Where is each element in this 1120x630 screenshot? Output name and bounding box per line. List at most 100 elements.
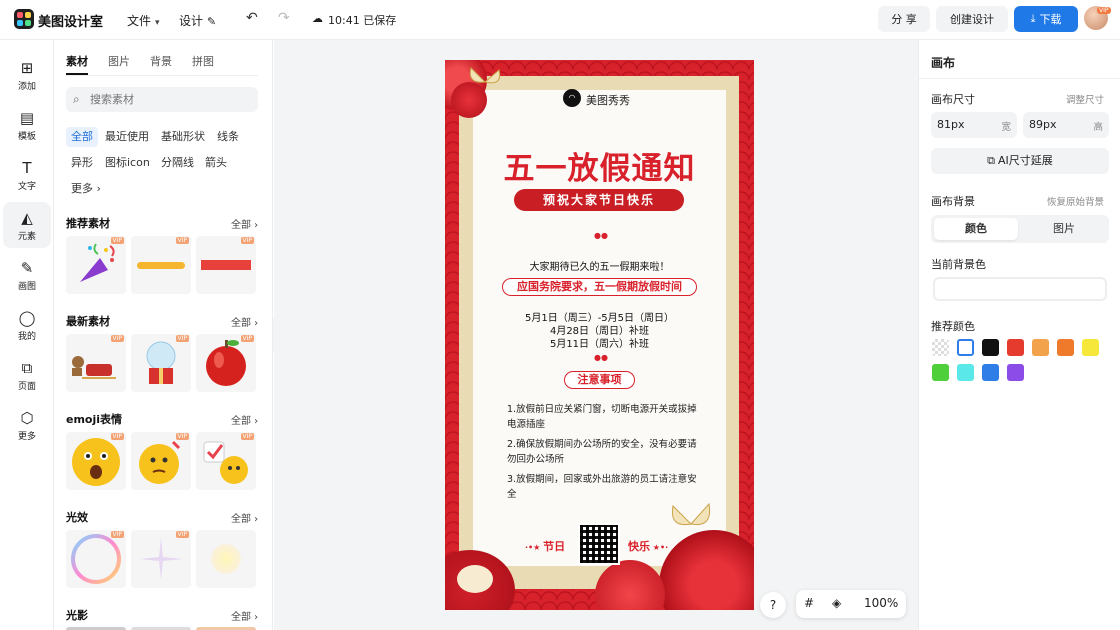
width-field[interactable]: 81px 宽 <box>931 112 1017 138</box>
qr-code <box>578 523 620 565</box>
search-input[interactable] <box>90 91 250 108</box>
swatch-transparent[interactable] <box>932 339 949 356</box>
vip-badge: VIP <box>110 433 124 440</box>
butterfly-icon <box>671 502 711 526</box>
properties-panel: 画布 画布尺寸 调整尺寸 81px 宽 89px 高 ⧉ AI尺寸延展 画布背景 … <box>918 40 1120 630</box>
tab-backgrounds[interactable]: 背景 <box>150 53 172 69</box>
chip-more[interactable]: 更多 › <box>66 179 106 199</box>
bubble-icon <box>71 534 121 584</box>
app-logo[interactable] <box>14 9 34 29</box>
reset-bg-link[interactable]: 恢复原始背景 <box>1047 194 1104 208</box>
chip-icons[interactable]: 图标icon <box>100 153 155 173</box>
rail-item-mine[interactable]: ◯ 我的 <box>3 302 51 348</box>
poster-notice: 1.放假前日应关紧门窗，切断电源开关或拔掉电源插座 <box>507 404 697 430</box>
asset-thumb-brush-stroke[interactable]: VIP <box>131 236 191 294</box>
grid-icon[interactable]: # <box>804 596 814 610</box>
section-all-link[interactable]: 全部 › <box>231 412 258 427</box>
swatch-black[interactable] <box>982 339 999 356</box>
current-bg-color-field[interactable] <box>933 277 1107 301</box>
rail-label: 页面 <box>17 382 36 392</box>
rail-item-more[interactable]: ⬡ 更多 <box>3 402 51 448</box>
search-box[interactable]: ⌕ <box>66 87 258 112</box>
chevron-down-icon: ▾ <box>155 18 160 28</box>
rail-label: 我的 <box>17 332 36 342</box>
vip-badge: VIP <box>175 335 189 342</box>
swatch-yellow[interactable] <box>1082 339 1099 356</box>
asset-thumb-bubble[interactable]: VIP <box>66 530 126 588</box>
asset-thumb-sleigh[interactable]: VIP <box>66 334 126 392</box>
section-all-link[interactable]: 全部 › <box>231 314 258 329</box>
asset-thumb-party-popper[interactable]: VIP <box>66 236 126 294</box>
section-all-label: 全部 <box>231 514 251 525</box>
redo-icon[interactable]: ↷ <box>278 10 290 26</box>
recommend-color-label: 推荐颜色 <box>931 320 975 333</box>
rail-label: 更多 <box>17 432 36 442</box>
rail-item-add[interactable]: ⊞ 添加 <box>3 52 51 98</box>
section-all-label: 全部 <box>231 416 251 427</box>
sparkle-icon <box>139 538 183 580</box>
share-button[interactable]: 分 享 <box>878 6 930 32</box>
help-button[interactable]: ? <box>760 592 786 618</box>
asset-thumb-emoji-thinking[interactable]: VIP <box>131 432 191 490</box>
asset-thumb-emoji-checkbox[interactable]: VIP <box>196 432 256 490</box>
segment-color[interactable]: 颜色 <box>934 218 1018 240</box>
chip-recent[interactable]: 最近使用 <box>100 127 154 147</box>
panel-title: 画布 <box>931 56 956 70</box>
vip-badge: VIP <box>110 237 124 244</box>
layers-icon[interactable]: ◈ <box>832 596 841 610</box>
section-all-link[interactable]: 全部 › <box>231 216 258 231</box>
download-button[interactable]: ⤓ 下载 <box>1014 6 1078 32</box>
chip-dividers[interactable]: 分隔线 <box>156 153 199 173</box>
chip-lines[interactable]: 线条 <box>212 127 244 147</box>
chip-all[interactable]: 全部 <box>66 127 98 147</box>
asset-thumb-red-bar[interactable]: VIP <box>196 236 256 294</box>
height-field[interactable]: 89px 高 <box>1023 112 1109 138</box>
ai-extend-button[interactable]: ⧉ AI尺寸延展 <box>931 148 1109 174</box>
asset-thumb-sparkle[interactable]: VIP <box>131 530 191 588</box>
swatch-red[interactable] <box>1007 339 1024 356</box>
swatch-white[interactable] <box>957 339 974 356</box>
canvas-stage[interactable]: ◠ 美图秀秀 五一放假通知 预祝大家节日快乐 ●● 大家期待已久的五一假期来啦！… <box>274 40 918 630</box>
poster-canvas[interactable]: ◠ 美图秀秀 五一放假通知 预祝大家节日快乐 ●● 大家期待已久的五一假期来啦！… <box>445 60 754 610</box>
tab-images[interactable]: 图片 <box>108 53 130 69</box>
section-all-link[interactable]: 全部 › <box>231 608 258 623</box>
asset-thumb-emoji-scared[interactable]: VIP <box>66 432 126 490</box>
asset-thumb-glow[interactable] <box>196 530 256 588</box>
undo-icon[interactable]: ↶ <box>246 10 258 26</box>
rail-item-text[interactable]: T 文字 <box>3 152 51 198</box>
chip-basic-shapes[interactable]: 基础形状 <box>156 127 210 147</box>
rail-item-draw[interactable]: ✎ 画图 <box>3 252 51 298</box>
rail-item-page[interactable]: ⧉ 页面 <box>3 352 51 398</box>
shapes-icon: ◭ <box>21 209 33 227</box>
design-menu[interactable]: 设计 ✎ <box>179 12 216 29</box>
rail-item-template[interactable]: ▤ 模板 <box>3 102 51 148</box>
chip-irregular[interactable]: 异形 <box>66 153 98 173</box>
swatch-green[interactable] <box>932 364 949 381</box>
rail-item-elements[interactable]: ◭ 元素 <box>3 202 51 248</box>
dot-separator: ●● <box>594 231 608 240</box>
resize-link[interactable]: 调整尺寸 <box>1066 92 1104 106</box>
vip-badge: VIP <box>240 433 254 440</box>
asset-thumb-snow-globe[interactable]: VIP <box>131 334 191 392</box>
checkbox-emoji-icon <box>203 441 248 484</box>
tab-materials[interactable]: 素材 <box>66 53 88 69</box>
swatch-cyan[interactable] <box>957 364 974 381</box>
swatch-blue[interactable] <box>982 364 999 381</box>
file-menu[interactable]: 文件 ▾ <box>127 12 160 29</box>
swatch-purple[interactable] <box>1007 364 1024 381</box>
chip-arrows[interactable]: 箭头 <box>200 153 232 173</box>
segment-image[interactable]: 图片 <box>1022 218 1106 240</box>
tab-divider <box>66 75 258 76</box>
asset-thumb-apple[interactable]: VIP <box>196 334 256 392</box>
swatch-light-orange[interactable] <box>1032 339 1049 356</box>
vip-badge: VIP <box>240 335 254 342</box>
section-all-link[interactable]: 全部 › <box>231 510 258 525</box>
zoom-level[interactable]: 100% <box>864 596 898 610</box>
poster-intro: 大家期待已久的五一假期来啦！ <box>529 262 670 273</box>
create-design-button[interactable]: 创建设计 <box>936 6 1008 32</box>
vip-badge: VIP <box>240 237 254 244</box>
tab-collage[interactable]: 拼图 <box>192 53 214 69</box>
swatch-orange[interactable] <box>1057 339 1074 356</box>
edit-icon: ✎ <box>207 15 217 28</box>
poster-notice-title: 注意事项 <box>564 371 635 389</box>
